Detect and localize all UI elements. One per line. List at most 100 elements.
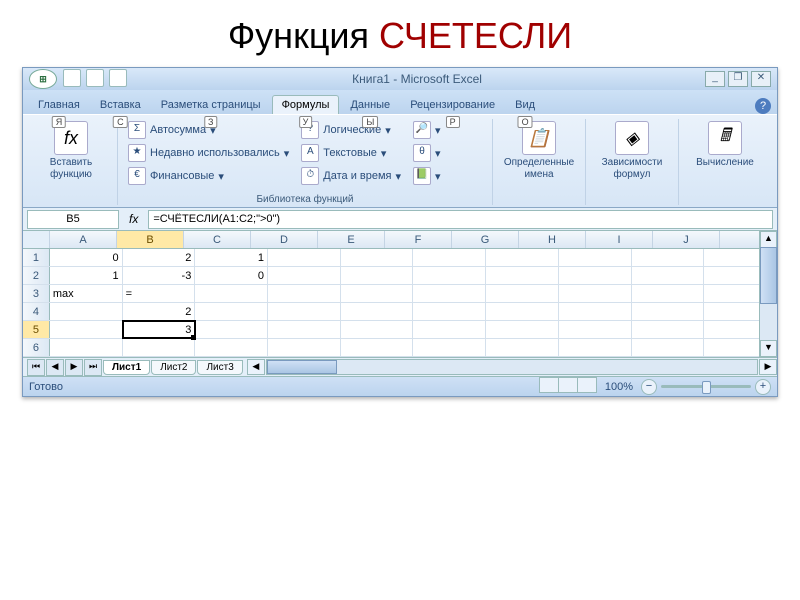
zoom-out-button[interactable]: − (641, 379, 657, 395)
cell[interactable]: 1 (195, 249, 268, 266)
zoom-in-button[interactable]: + (755, 379, 771, 395)
tab-6[interactable]: ВидО (506, 96, 544, 114)
col-header[interactable]: C (184, 231, 251, 248)
qat-save-icon[interactable] (63, 69, 81, 87)
sheet-nav-first[interactable]: ⏮ (27, 359, 45, 376)
tab-2[interactable]: Разметка страницыЗ (152, 96, 270, 114)
zoom-label[interactable]: 100% (605, 381, 633, 393)
cell[interactable] (268, 285, 341, 302)
cell[interactable] (268, 267, 341, 284)
formula-auditing-button[interactable]: ◈ Зависимости формул (592, 119, 672, 183)
text-button[interactable]: AТекстовые ▾ (297, 142, 405, 164)
row-header[interactable]: 1 (23, 249, 50, 266)
cell[interactable] (268, 249, 341, 266)
tab-0[interactable]: ГлавнаяЯ (29, 96, 89, 114)
row-header[interactable]: 6 (23, 339, 50, 356)
recent-button[interactable]: ★Недавно использовались ▾ (124, 142, 293, 164)
qat-undo-icon[interactable] (86, 69, 104, 87)
cell[interactable] (559, 267, 632, 284)
cell[interactable] (632, 303, 705, 320)
scroll-down-button[interactable]: ▼ (760, 340, 777, 357)
cell[interactable] (632, 339, 705, 356)
cell[interactable] (50, 303, 123, 320)
sheet-nav-last[interactable]: ⏭ (84, 359, 102, 376)
cell[interactable] (268, 303, 341, 320)
horizontal-scrollbar[interactable]: ◀ ▶ (247, 358, 777, 376)
financial-button[interactable]: €Финансовые ▾ (124, 165, 293, 187)
col-header[interactable]: I (586, 231, 653, 248)
cell[interactable] (413, 249, 486, 266)
cell[interactable] (413, 267, 486, 284)
col-header[interactable]: D (251, 231, 318, 248)
col-header[interactable]: E (318, 231, 385, 248)
col-header[interactable]: B (117, 231, 184, 248)
cell[interactable] (413, 303, 486, 320)
page-layout-button[interactable] (558, 377, 578, 393)
scroll-left-button[interactable]: ◀ (247, 359, 265, 375)
name-box[interactable] (27, 210, 119, 229)
more-fn-button[interactable]: 📗▾ (409, 165, 445, 187)
cell[interactable] (632, 285, 705, 302)
cell[interactable] (559, 321, 632, 338)
select-all-corner[interactable] (23, 231, 50, 248)
cell[interactable]: 2 (123, 249, 196, 266)
worksheet-grid[interactable]: ABCDEFGHIJ102121-303max=42536 (23, 231, 777, 357)
cell[interactable] (559, 339, 632, 356)
cell[interactable] (341, 267, 414, 284)
cell[interactable] (195, 285, 268, 302)
page-break-button[interactable] (577, 377, 597, 393)
scroll-up-button[interactable]: ▲ (760, 231, 777, 248)
cell[interactable] (123, 339, 196, 356)
cell[interactable] (413, 339, 486, 356)
col-header[interactable]: H (519, 231, 586, 248)
help-button[interactable]: ? (755, 98, 771, 114)
col-header[interactable]: A (50, 231, 117, 248)
tab-3[interactable]: ФормулыУ (272, 95, 340, 114)
insert-function-button[interactable]: fx Вставить функцию (31, 119, 111, 183)
cell[interactable]: = (123, 285, 196, 302)
cell[interactable] (413, 285, 486, 302)
zoom-slider[interactable] (661, 385, 751, 388)
cell[interactable] (486, 285, 559, 302)
cell[interactable]: 0 (50, 249, 123, 266)
row-header[interactable]: 3 (23, 285, 50, 302)
sheet-tab[interactable]: Лист2 (151, 360, 196, 375)
cell[interactable] (50, 339, 123, 356)
tab-4[interactable]: ДанныеЫ (341, 96, 399, 114)
tab-1[interactable]: ВставкаС (91, 96, 150, 114)
row-header[interactable]: 2 (23, 267, 50, 284)
logical-button[interactable]: ?Логические ▾ (297, 119, 405, 141)
cell[interactable]: 0 (195, 267, 268, 284)
lookup-button[interactable]: 🔎▾ (409, 119, 445, 141)
cell[interactable]: max (50, 285, 123, 302)
scroll-right-button[interactable]: ▶ (759, 359, 777, 375)
cell[interactable] (268, 321, 341, 338)
cell[interactable] (50, 321, 123, 338)
fx-label[interactable]: fx (123, 212, 144, 226)
office-button[interactable]: ⊞ (29, 69, 57, 89)
cell[interactable] (632, 267, 705, 284)
math-button[interactable]: θ▾ (409, 142, 445, 164)
hscroll-thumb[interactable] (267, 360, 337, 374)
cell[interactable] (341, 339, 414, 356)
cell[interactable] (486, 321, 559, 338)
normal-view-button[interactable] (539, 377, 559, 393)
cell[interactable] (195, 303, 268, 320)
cell[interactable] (413, 321, 486, 338)
tab-5[interactable]: РецензированиеР (401, 96, 504, 114)
cell[interactable] (486, 249, 559, 266)
close-button[interactable]: ✕ (751, 71, 771, 87)
cell[interactable] (195, 339, 268, 356)
col-header[interactable]: J (653, 231, 720, 248)
maximize-button[interactable]: ❐ (728, 71, 748, 87)
cell[interactable] (486, 267, 559, 284)
cell[interactable]: 2 (123, 303, 196, 320)
row-header[interactable]: 5 (23, 321, 50, 338)
cell[interactable] (559, 303, 632, 320)
cell[interactable]: 3 (123, 321, 196, 338)
defined-names-button[interactable]: 📋 Определенные имена (499, 119, 579, 183)
cell[interactable] (268, 339, 341, 356)
cell[interactable] (341, 249, 414, 266)
formula-input[interactable] (148, 210, 773, 229)
col-header[interactable]: G (452, 231, 519, 248)
